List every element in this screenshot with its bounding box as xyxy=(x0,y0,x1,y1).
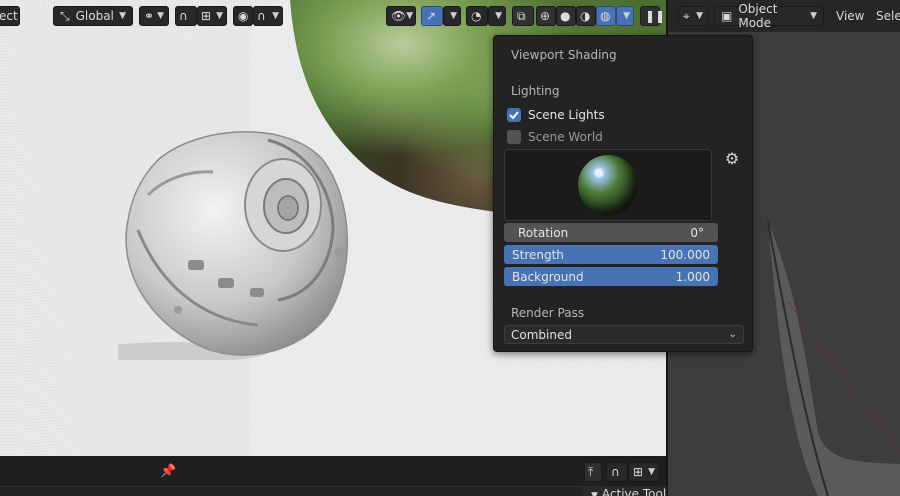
active-tool-panel[interactable]: ▼ Active Tool xyxy=(583,486,667,496)
hdri-preview-sphere xyxy=(578,155,638,215)
snap-target-dropdown[interactable]: ⊞ ▼ xyxy=(197,6,227,26)
chevron-down-icon: ▼ xyxy=(696,11,703,21)
lighting-section-label: Lighting xyxy=(511,84,560,98)
pause-icon: ❚❚ xyxy=(645,9,666,23)
render-pass-dropdown[interactable]: Combined ⌄ xyxy=(504,325,744,344)
gizmo-toggle[interactable]: ↗ xyxy=(421,6,443,26)
chevron-down-icon: ▼ xyxy=(623,11,630,21)
editor-type-icon: ⌖ xyxy=(683,8,690,23)
rendered-shading-button[interactable]: ◍ xyxy=(596,6,616,26)
pause-render-button[interactable]: ❚❚ xyxy=(640,6,665,26)
solid-sphere-icon: ● xyxy=(560,9,571,23)
magnet-icon: ∩ xyxy=(611,465,620,479)
chevron-down-icon: ▼ xyxy=(157,11,164,21)
xray-icon: ⧉ xyxy=(517,8,526,23)
rotation-value: 0° xyxy=(690,225,704,240)
eye-icon: 👁 xyxy=(391,9,407,23)
proportional-edit-icon: ◉ xyxy=(238,9,249,23)
falloff-dropdown[interactable]: ∩ ▼ xyxy=(253,6,283,26)
render-pass-value: Combined xyxy=(511,327,572,342)
falloff-curve-icon: ∩ xyxy=(257,9,266,23)
material-sphere-icon: ◑ xyxy=(580,9,591,23)
visibility-dropdown[interactable]: 👁 ▼ xyxy=(386,6,416,26)
checkmark-icon xyxy=(509,111,519,120)
chevron-down-icon: ▼ xyxy=(272,11,279,21)
shading-options-dropdown[interactable]: ▼ xyxy=(616,6,634,26)
overlays-icon: ◔ xyxy=(471,9,482,23)
parent-tool-button[interactable]: ⤒ xyxy=(584,462,602,482)
chevron-down-icon: ▼ xyxy=(406,11,414,21)
timeline-ruler xyxy=(0,486,666,496)
transform-orientation-dropdown[interactable]: ⤡ Global ▼ xyxy=(53,6,133,26)
wireframe-shading-button[interactable]: ⊕ xyxy=(536,6,556,26)
scene-world-label: Scene World xyxy=(528,130,603,144)
snap-options-dropdown[interactable]: ⊞ ▼ xyxy=(628,462,660,482)
wireframe-sphere-icon: ⊕ xyxy=(540,9,551,23)
chevron-down-icon: ▼ xyxy=(810,11,817,21)
pin-icon[interactable]: 📌 xyxy=(160,464,176,479)
background-value: 1.000 xyxy=(675,269,710,284)
snap-grid-icon: ⊞ xyxy=(201,9,212,23)
scene-lights-checkbox[interactable] xyxy=(507,108,521,122)
chevron-down-icon: ⌄ xyxy=(728,329,737,340)
rotation-label: Rotation xyxy=(518,225,569,240)
viewport-header: ect ⤡ Global ▼ ⚭ ▼ ∩ ⊞ ▼ ◉ ∩ ▼ 👁 ▼ ↗ ▼ ◔… xyxy=(0,0,666,32)
solid-shading-button[interactable]: ● xyxy=(556,6,576,26)
xray-toggle[interactable]: ⧉ xyxy=(512,6,534,26)
gizmo-icon: ↗ xyxy=(426,9,437,23)
background-slider[interactable]: Background 1.000 xyxy=(504,267,718,286)
view-menu[interactable]: View xyxy=(836,9,864,23)
pivot-icon: ⚭ xyxy=(144,9,155,23)
rendered-sphere-icon: ◍ xyxy=(600,9,611,23)
rotation-field[interactable]: Rotation 0° xyxy=(504,223,718,242)
magnet-icon: ∩ xyxy=(179,9,188,23)
overlays-dropdown[interactable]: ▼ xyxy=(488,6,506,26)
mode-label: Object Mode xyxy=(738,2,778,30)
blender-window: ect ⤡ Global ▼ ⚭ ▼ ∩ ⊞ ▼ ◉ ∩ ▼ 👁 ▼ ↗ ▼ ◔… xyxy=(0,0,900,496)
snap-grid-icon: ⊞ xyxy=(633,465,644,479)
scene-lights-label: Scene Lights xyxy=(528,108,605,122)
orientation-icon: ⤡ xyxy=(60,8,70,23)
collapse-arrow-icon: ▼ xyxy=(591,491,598,496)
render-pass-section-label: Render Pass xyxy=(511,306,585,320)
editor-type-dropdown[interactable]: ⌖ ▼ xyxy=(678,6,708,26)
proportional-edit-toggle[interactable]: ◉ xyxy=(233,6,253,26)
gear-icon[interactable]: ⚙ xyxy=(723,150,741,168)
chevron-down-icon: ▼ xyxy=(648,467,655,477)
arrow-up-icon: ⤒ xyxy=(588,464,594,479)
select-menu-label: ect xyxy=(0,9,18,23)
pivot-point-dropdown[interactable]: ⚭ ▼ xyxy=(139,6,169,26)
strength-label: Strength xyxy=(512,247,564,262)
overlays-toggle[interactable]: ◔ xyxy=(466,6,488,26)
strength-value: 100.000 xyxy=(660,247,710,262)
snap-tool-button[interactable]: ∩ xyxy=(606,462,628,482)
sculpted-orb-object[interactable] xyxy=(118,120,354,360)
background-label: Background xyxy=(512,269,584,284)
hdri-preview-box[interactable] xyxy=(504,149,712,221)
chevron-down-icon: ▼ xyxy=(216,11,223,21)
strength-slider[interactable]: Strength 100.000 xyxy=(504,245,718,264)
chevron-down-icon: ▼ xyxy=(119,11,126,21)
chevron-down-icon: ▼ xyxy=(450,11,457,21)
popover-title: Viewport Shading xyxy=(511,48,617,62)
snap-toggle[interactable]: ∩ xyxy=(175,6,197,26)
select-menu[interactable]: ect xyxy=(0,6,20,26)
transform-orientation-label: Global xyxy=(75,9,114,23)
material-shading-button[interactable]: ◑ xyxy=(576,6,596,26)
select-menu-right[interactable]: Selec xyxy=(876,9,900,23)
active-tool-label: Active Tool xyxy=(601,487,667,496)
gizmo-dropdown[interactable]: ▼ xyxy=(443,6,461,26)
mode-dropdown[interactable]: ▣ Object Mode ▼ xyxy=(714,2,824,30)
right-viewport-header: ⌖ ▼ ▣ Object Mode ▼ View Selec xyxy=(668,0,900,32)
viewport-shading-popover: Viewport Shading Lighting Scene Lights S… xyxy=(493,35,753,352)
scene-world-checkbox[interactable] xyxy=(507,130,521,144)
timeline-header: 📌 ⤒ ∩ ⊞ ▼ xyxy=(0,458,666,486)
object-mode-icon: ▣ xyxy=(721,9,733,23)
chevron-down-icon: ▼ xyxy=(495,11,502,21)
